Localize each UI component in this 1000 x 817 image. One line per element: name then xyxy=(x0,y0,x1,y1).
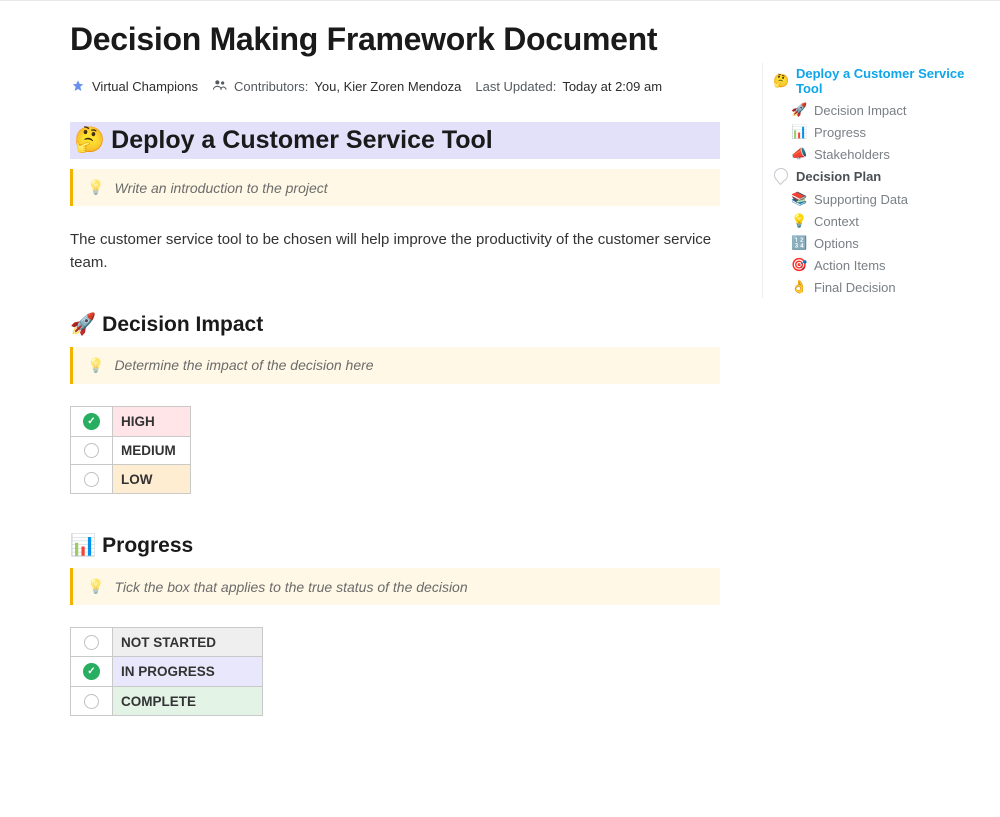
chart-emoji-icon: 📊 xyxy=(70,534,96,558)
option-label[interactable]: LOW xyxy=(113,465,191,494)
outline-item[interactable]: 📊 Progress xyxy=(773,121,982,143)
table-row: MEDIUM xyxy=(71,436,191,465)
meta-row: Virtual Champions Contributors: You, Kie… xyxy=(70,77,720,96)
option-radio[interactable] xyxy=(71,687,113,716)
callout-impact-text: Determine the impact of the decision her… xyxy=(114,357,373,373)
outline-label: Options xyxy=(814,236,859,251)
callout-deploy[interactable]: 💡 Write an introduction to the project xyxy=(70,169,720,206)
section-progress-title: Progress xyxy=(102,534,193,558)
contributors-value: You, Kier Zoren Mendoza xyxy=(314,79,461,94)
people-icon xyxy=(212,77,228,96)
rocket-emoji-icon: 🚀 xyxy=(70,313,96,337)
outline-emoji-icon: 📚 xyxy=(791,191,807,207)
outline-label: Context xyxy=(814,214,859,229)
outline-emoji-icon: 💡 xyxy=(791,213,807,229)
outline-label: Stakeholders xyxy=(814,147,890,162)
outline-item[interactable]: 💡 Context xyxy=(773,210,982,232)
outline-sidebar: 🤔 Deploy a Customer Service Tool 🚀 Decision… xyxy=(762,63,982,298)
outline-label: Progress xyxy=(814,125,866,140)
option-label[interactable]: HIGH xyxy=(113,406,191,436)
callout-impact[interactable]: 💡 Determine the impact of the decision h… xyxy=(70,347,720,384)
option-label[interactable]: COMPLETE xyxy=(113,687,263,716)
updated-label: Last Updated: xyxy=(475,79,556,94)
outline-emoji-icon: 🔢 xyxy=(791,235,807,251)
option-radio[interactable]: ✓ xyxy=(71,406,113,436)
section-progress-heading[interactable]: 📊 Progress xyxy=(70,534,720,558)
table-row: LOW xyxy=(71,465,191,494)
team-name: Virtual Champions xyxy=(92,79,198,94)
outline-emoji-icon: 🚀 xyxy=(791,102,807,118)
table-row: COMPLETE xyxy=(71,687,263,716)
outline-emoji-icon: 👌 xyxy=(791,279,807,295)
table-row: ✓ HIGH xyxy=(71,406,191,436)
callout-progress-text: Tick the box that applies to the true st… xyxy=(114,579,467,595)
lightbulb-icon: 💡 xyxy=(87,179,104,196)
option-label[interactable]: NOT STARTED xyxy=(113,628,263,657)
outline-item[interactable]: 📚 Supporting Data xyxy=(773,188,982,210)
outline-emoji-icon: 🤔 xyxy=(773,73,789,89)
contributors-label: Contributors: xyxy=(234,79,308,94)
outline-emoji-icon: 🎯 xyxy=(791,257,807,273)
team-logo-icon xyxy=(70,79,86,95)
option-radio[interactable] xyxy=(71,436,113,465)
contributors-meta[interactable]: Contributors: You, Kier Zoren Mendoza xyxy=(212,77,461,96)
check-icon: ✓ xyxy=(83,663,100,680)
radio-empty-icon xyxy=(84,635,99,650)
callout-progress[interactable]: 💡 Tick the box that applies to the true … xyxy=(70,568,720,605)
impact-table: ✓ HIGHMEDIUMLOW xyxy=(70,406,191,495)
outline-item[interactable]: 👌 Final Decision xyxy=(773,276,982,298)
outline-label: Decision Plan xyxy=(796,169,881,184)
outline-item[interactable]: 📣 Stakeholders xyxy=(773,143,982,165)
section-impact-heading[interactable]: 🚀 Decision Impact xyxy=(70,313,720,337)
updated-value: Today at 2:09 am xyxy=(562,79,662,94)
table-row: NOT STARTED xyxy=(71,628,263,657)
outline-item[interactable]: Decision Plan xyxy=(773,165,982,188)
speech-bubble-icon xyxy=(773,168,789,185)
radio-empty-icon xyxy=(84,443,99,458)
option-label[interactable]: MEDIUM xyxy=(113,436,191,465)
updated-meta: Last Updated: Today at 2:09 am xyxy=(475,79,662,94)
check-icon: ✓ xyxy=(83,413,100,430)
outline-emoji-icon: 📊 xyxy=(791,124,807,140)
document-main: Decision Making Framework Document Virtu… xyxy=(0,1,720,716)
section-impact-title: Decision Impact xyxy=(102,313,263,337)
outline-label: Decision Impact xyxy=(814,103,906,118)
option-radio[interactable] xyxy=(71,628,113,657)
thinking-emoji-icon: 🤔 xyxy=(74,126,105,155)
outline-label: Action Items xyxy=(814,258,886,273)
radio-empty-icon xyxy=(84,472,99,487)
page-title: Decision Making Framework Document xyxy=(70,19,720,59)
outline-label: Final Decision xyxy=(814,280,896,295)
outline-item[interactable]: 🚀 Decision Impact xyxy=(773,99,982,121)
option-label[interactable]: IN PROGRESS xyxy=(113,657,263,687)
section-deploy-heading[interactable]: 🤔 Deploy a Customer Service Tool xyxy=(70,122,720,159)
outline-item[interactable]: 🔢 Options xyxy=(773,232,982,254)
deploy-body-text[interactable]: The customer service tool to be chosen w… xyxy=(70,228,720,275)
progress-table: NOT STARTED ✓ IN PROGRESSCOMPLETE xyxy=(70,627,263,716)
option-radio[interactable]: ✓ xyxy=(71,657,113,687)
outline-item[interactable]: 🤔 Deploy a Customer Service Tool xyxy=(773,63,982,99)
lightbulb-icon: 💡 xyxy=(87,357,104,374)
lightbulb-icon: 💡 xyxy=(87,578,104,595)
team-meta[interactable]: Virtual Champions xyxy=(70,79,198,95)
outline-item[interactable]: 🎯 Action Items xyxy=(773,254,982,276)
outline-label: Supporting Data xyxy=(814,192,908,207)
table-row: ✓ IN PROGRESS xyxy=(71,657,263,687)
outline-label: Deploy a Customer Service Tool xyxy=(796,66,982,96)
section-deploy-title: Deploy a Customer Service Tool xyxy=(111,126,493,155)
callout-deploy-text: Write an introduction to the project xyxy=(114,180,327,196)
radio-empty-icon xyxy=(84,694,99,709)
outline-emoji-icon: 📣 xyxy=(791,146,807,162)
option-radio[interactable] xyxy=(71,465,113,494)
